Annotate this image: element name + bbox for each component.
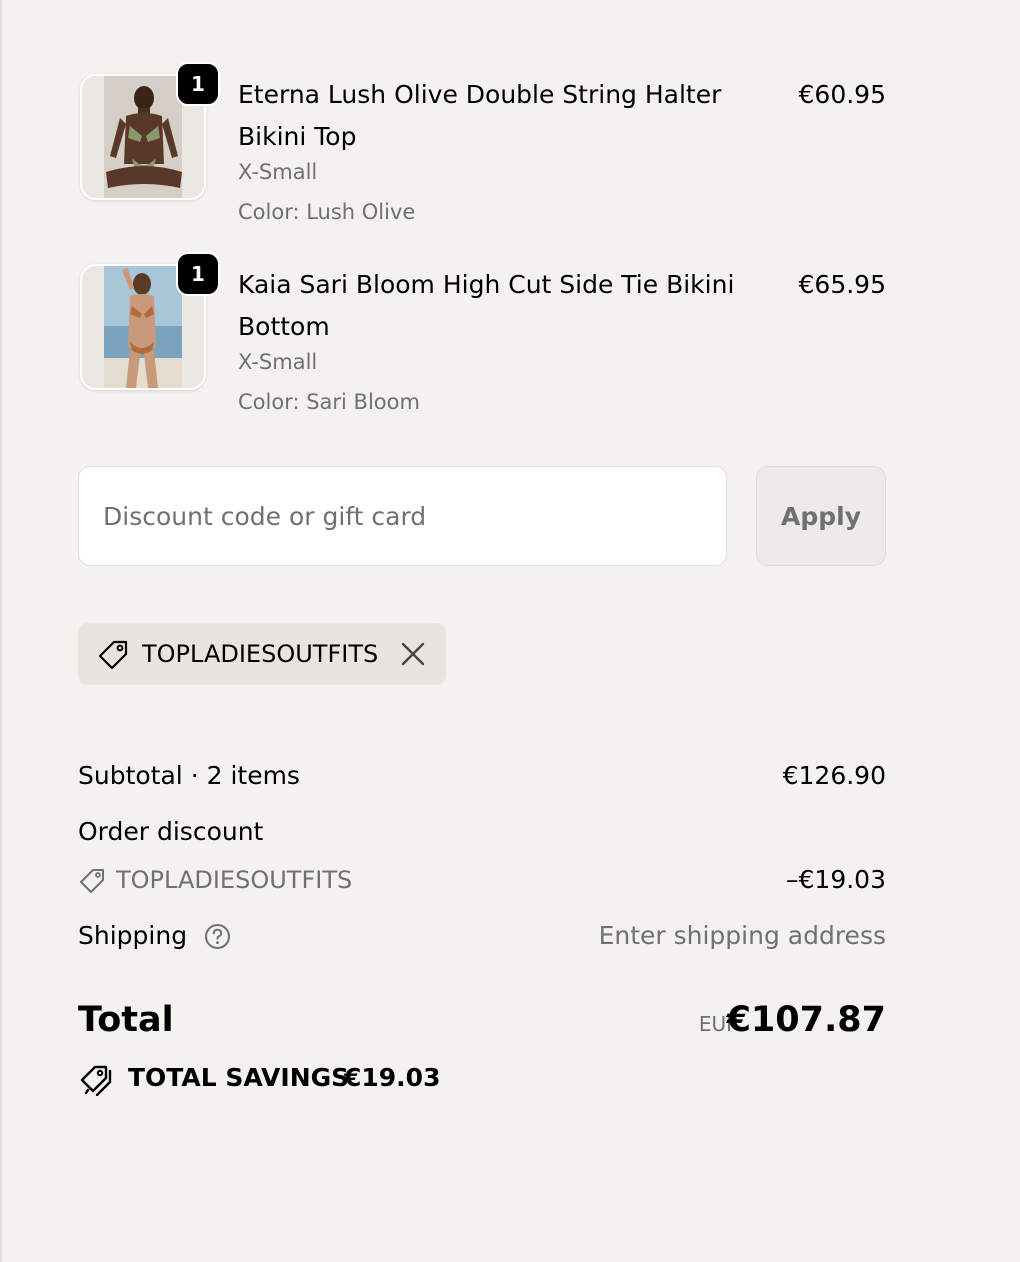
apply-discount-button[interactable]: Apply <box>756 466 886 566</box>
product-size: X-Small <box>238 160 318 184</box>
product-title: Eterna Lush Olive Double String Halter B… <box>238 80 722 151</box>
product-color: Color: Sari Bloom <box>238 390 420 414</box>
product-title: Kaia Sari Bloom High Cut Side Tie Bikini… <box>238 270 735 341</box>
order-discount-label: Order discount <box>78 817 264 846</box>
remove-discount-close-icon[interactable] <box>400 641 426 671</box>
applied-discount-code: TOPLADIESOUTFITS <box>142 640 379 668</box>
quantity-badge: 1 <box>176 62 220 106</box>
discount-value: –€19.03 <box>786 865 886 894</box>
product-color: Color: Lush Olive <box>238 200 416 224</box>
quantity-badge: 1 <box>176 252 220 296</box>
total-value: €107.87 <box>726 1000 886 1040</box>
help-circle-icon[interactable] <box>204 923 231 954</box>
product-price: €65.95 <box>798 270 886 299</box>
discount-code-label: TOPLADIESOUTFITS <box>116 866 353 894</box>
subtotal-label: Subtotal · 2 items <box>78 761 300 790</box>
applied-discount-chip: TOPLADIESOUTFITS <box>78 623 446 685</box>
total-label: Total <box>78 1000 174 1040</box>
product-size: X-Small <box>238 350 318 374</box>
tag-icon <box>96 638 130 676</box>
total-savings-value: €19.03 <box>344 1063 441 1092</box>
shipping-value: Enter shipping address <box>598 921 886 950</box>
shipping-label: Shipping <box>78 921 188 950</box>
product-price: €60.95 <box>798 80 886 109</box>
tag-icon <box>78 867 106 899</box>
discount-code-input[interactable] <box>78 466 727 566</box>
total-savings-label: TOTAL SAVINGS <box>128 1063 350 1092</box>
subtotal-value: €126.90 <box>782 761 886 790</box>
tags-icon <box>78 1062 114 1100</box>
page-left-border <box>0 0 2 1262</box>
